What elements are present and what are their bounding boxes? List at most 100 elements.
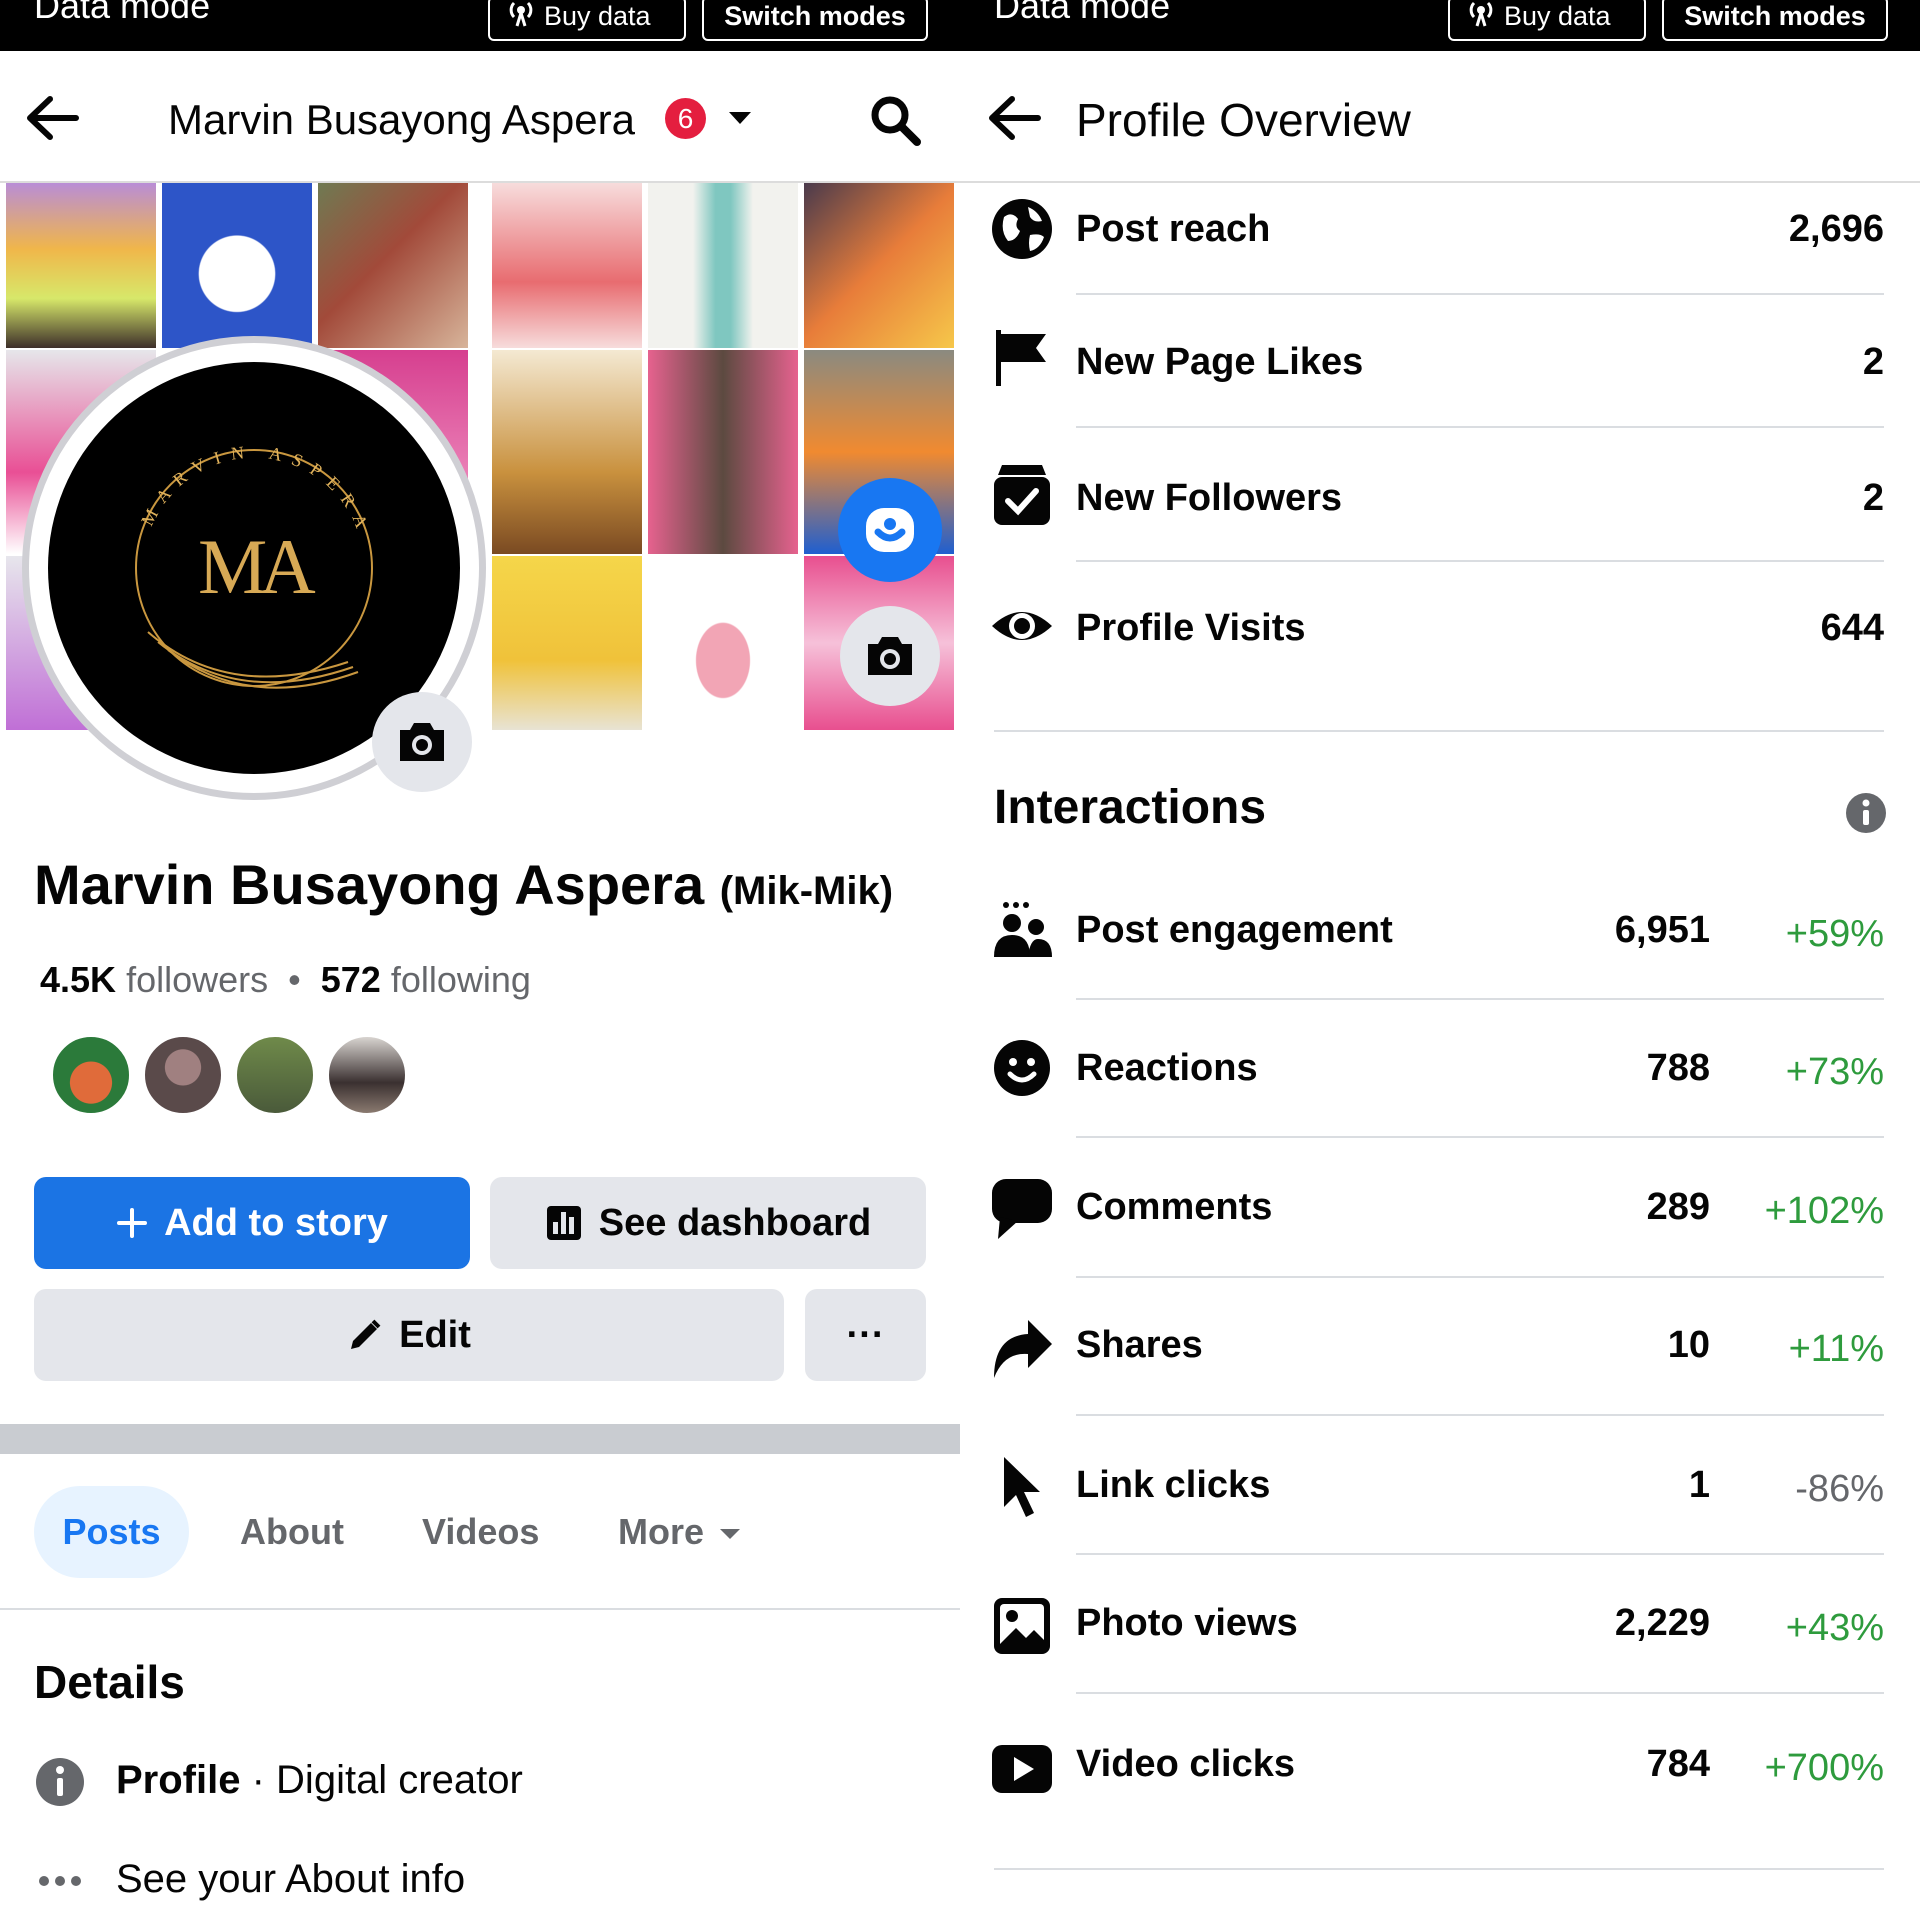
- camera-icon: [868, 637, 912, 675]
- metric-value: 644: [1820, 607, 1884, 649]
- interaction-value: 1: [1688, 1464, 1710, 1506]
- interaction-label: Photo views: [1076, 1602, 1298, 1644]
- tab-about[interactable]: About: [240, 1486, 344, 1578]
- interaction-change: +43%: [1785, 1607, 1884, 1649]
- friend-avatar[interactable]: [50, 1034, 132, 1116]
- dashboard-icon: [546, 1206, 581, 1240]
- edit-profile-button[interactable]: Edit: [34, 1289, 784, 1381]
- interaction-value: 289: [1646, 1186, 1710, 1228]
- section-divider: [994, 730, 1884, 732]
- switch-modes-button[interactable]: Switch modes: [702, 0, 928, 41]
- interaction-label: Post engagement: [1076, 909, 1393, 951]
- interaction-row[interactable]: Reactions 788 +73%: [960, 1038, 1920, 1177]
- interaction-row[interactable]: Post engagement 6,951 +59%: [960, 899, 1920, 1038]
- interaction-label: Comments: [1076, 1186, 1273, 1228]
- see-dashboard-label: See dashboard: [598, 1201, 872, 1244]
- switch-modes-button[interactable]: Switch modes: [1662, 0, 1888, 41]
- buy-data-button[interactable]: Buy data: [488, 0, 686, 41]
- info-icon[interactable]: [1845, 792, 1887, 834]
- tab-more[interactable]: More: [618, 1486, 742, 1578]
- antenna-icon: [1469, 1, 1493, 27]
- detail-profile-label: Profile: [116, 1758, 241, 1802]
- data-mode-bar: Data mode Buy data Switch modes: [0, 0, 960, 51]
- metric-value: 2,696: [1788, 208, 1884, 250]
- interaction-value: 2,229: [1614, 1602, 1710, 1644]
- metric-row[interactable]: Post reach 2,696: [960, 183, 1920, 316]
- overview-title: Profile Overview: [1076, 94, 1411, 146]
- profile-nickname: (Mik-Mik): [719, 869, 894, 913]
- change-cover-photo-button[interactable]: [840, 606, 940, 706]
- see-dashboard-button[interactable]: See dashboard: [490, 1177, 926, 1269]
- cover-tile: [162, 183, 312, 348]
- notification-badge: 6: [665, 98, 706, 139]
- divider: [1076, 1692, 1884, 1694]
- interaction-label: Shares: [1076, 1324, 1203, 1366]
- detail-profile-row: Profile · Digital creator: [34, 1755, 523, 1808]
- interaction-change: +11%: [1788, 1328, 1884, 1370]
- detail-profile-value: · Digital creator: [251, 1758, 523, 1802]
- interaction-row[interactable]: Photo views 2,229 +43%: [960, 1594, 1920, 1733]
- play-icon: [992, 1745, 1052, 1793]
- interaction-change: -86%: [1795, 1468, 1884, 1510]
- friend-avatar[interactable]: [142, 1034, 224, 1116]
- metric-label: Post reach: [1076, 208, 1271, 250]
- metric-row[interactable]: New Followers 2: [960, 449, 1920, 582]
- metric-row[interactable]: New Page Likes 2: [960, 316, 1920, 449]
- friend-avatar[interactable]: [234, 1034, 316, 1116]
- divider: [1076, 1136, 1884, 1138]
- tab-videos[interactable]: Videos: [422, 1486, 539, 1578]
- dot-separator: •: [278, 959, 321, 1000]
- followers-label[interactable]: followers: [126, 959, 268, 1000]
- cover-tile: [492, 556, 642, 730]
- data-mode-label: Data mode: [994, 0, 1171, 26]
- add-to-story-button[interactable]: Add to story: [34, 1177, 470, 1269]
- interaction-row[interactable]: Video clicks 784 +700%: [960, 1733, 1920, 1872]
- photo-icon: [994, 1598, 1050, 1654]
- more-options-button[interactable]: ···: [805, 1289, 926, 1381]
- divider: [1076, 293, 1884, 295]
- flag-icon: [996, 330, 1046, 386]
- camera-icon: [400, 723, 444, 761]
- metric-value: 2: [1862, 477, 1884, 519]
- profile-name: Marvin Busayong Aspera (Mik-Mik): [34, 850, 893, 926]
- buy-data-label: Buy data: [1504, 1, 1611, 31]
- interaction-label: Video clicks: [1076, 1743, 1295, 1785]
- cover-tile: [492, 183, 642, 348]
- comment-icon: [992, 1179, 1052, 1239]
- section-separator: [0, 1424, 960, 1454]
- interaction-label: Reactions: [1076, 1047, 1258, 1089]
- buy-data-button[interactable]: Buy data: [1448, 0, 1646, 41]
- eye-icon: [992, 612, 1052, 640]
- back-arrow-icon[interactable]: [24, 93, 80, 143]
- following-count[interactable]: 572: [321, 959, 381, 1000]
- antenna-icon: [509, 1, 533, 27]
- interaction-change: +59%: [1785, 913, 1884, 955]
- interaction-row[interactable]: Comments 289 +102%: [960, 1177, 1920, 1316]
- metric-row[interactable]: Profile Visits 644: [960, 582, 1920, 732]
- data-mode-label: Data mode: [34, 0, 211, 26]
- plus-icon: [117, 1208, 148, 1238]
- profile-header: Marvin Busayong Aspera 6: [0, 51, 960, 183]
- followers-count[interactable]: 4.5K: [40, 959, 116, 1000]
- cursor-icon: [1004, 1457, 1040, 1517]
- interaction-row[interactable]: Shares 10 +11%: [960, 1316, 1920, 1455]
- chat-head-button[interactable]: [838, 478, 942, 582]
- globe-icon: [992, 199, 1052, 259]
- overview-header: Profile Overview: [960, 51, 1920, 183]
- interaction-value: 788: [1646, 1047, 1710, 1089]
- tab-posts[interactable]: Posts: [34, 1486, 189, 1578]
- interaction-change: +102%: [1764, 1190, 1884, 1232]
- buy-data-label: Buy data: [544, 1, 651, 31]
- interaction-row[interactable]: Link clicks 1 -86%: [960, 1455, 1920, 1594]
- header-title[interactable]: Marvin Busayong Aspera: [168, 95, 635, 145]
- chevron-down-icon[interactable]: [727, 109, 753, 127]
- friend-avatar[interactable]: [326, 1034, 408, 1116]
- search-icon[interactable]: [868, 93, 922, 147]
- following-label[interactable]: following: [391, 959, 531, 1000]
- data-mode-bar: Data mode Buy data Switch modes: [960, 0, 1920, 51]
- see-about-info-link[interactable]: See your About info: [34, 1854, 465, 1907]
- cover-tile: [804, 183, 954, 348]
- back-arrow-icon[interactable]: [986, 93, 1042, 143]
- change-profile-photo-button[interactable]: [372, 692, 472, 792]
- cover-tile: [318, 183, 468, 348]
